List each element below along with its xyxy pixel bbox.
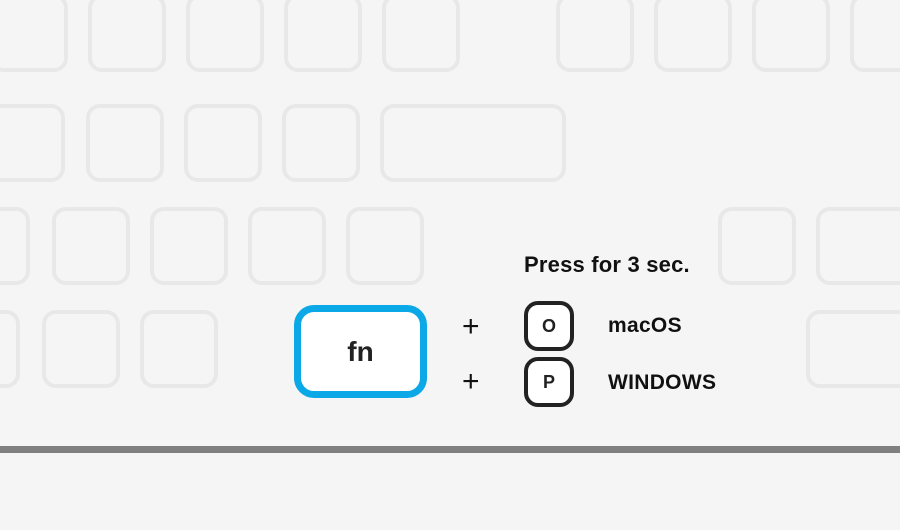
key-ghost bbox=[654, 0, 732, 72]
key-ghost bbox=[850, 0, 900, 72]
instruction-text: Press for 3 sec. bbox=[524, 252, 690, 278]
key-ghost bbox=[88, 0, 166, 72]
key-ghost bbox=[282, 104, 360, 182]
fn-key-label: fn bbox=[347, 336, 373, 368]
key-ghost bbox=[140, 310, 218, 388]
plus-icon: + bbox=[462, 310, 480, 344]
o-key: O bbox=[524, 301, 574, 351]
key-ghost bbox=[0, 0, 68, 72]
key-ghost bbox=[346, 207, 424, 285]
key-ghost bbox=[42, 310, 120, 388]
key-ghost bbox=[86, 104, 164, 182]
key-ghost bbox=[150, 207, 228, 285]
os-label-windows: WINDOWS bbox=[608, 371, 716, 395]
key-ghost bbox=[0, 104, 65, 182]
bottom-divider bbox=[0, 446, 900, 453]
key-ghost bbox=[184, 104, 262, 182]
key-ghost bbox=[186, 0, 264, 72]
p-key-label: P bbox=[543, 372, 555, 393]
key-ghost bbox=[382, 0, 460, 72]
key-ghost bbox=[718, 207, 796, 285]
os-label-macos: macOS bbox=[608, 314, 682, 338]
key-ghost bbox=[248, 207, 326, 285]
p-key: P bbox=[524, 357, 574, 407]
key-ghost bbox=[806, 310, 900, 388]
key-ghost bbox=[52, 207, 130, 285]
key-ghost bbox=[284, 0, 362, 72]
key-ghost-spacebar-fragment bbox=[380, 104, 566, 182]
key-ghost bbox=[816, 207, 900, 285]
key-ghost bbox=[556, 0, 634, 72]
key-ghost bbox=[752, 0, 830, 72]
o-key-label: O bbox=[542, 316, 556, 337]
fn-key: fn bbox=[294, 305, 427, 398]
key-ghost bbox=[0, 310, 20, 388]
key-ghost bbox=[0, 207, 30, 285]
plus-icon: + bbox=[462, 365, 480, 399]
